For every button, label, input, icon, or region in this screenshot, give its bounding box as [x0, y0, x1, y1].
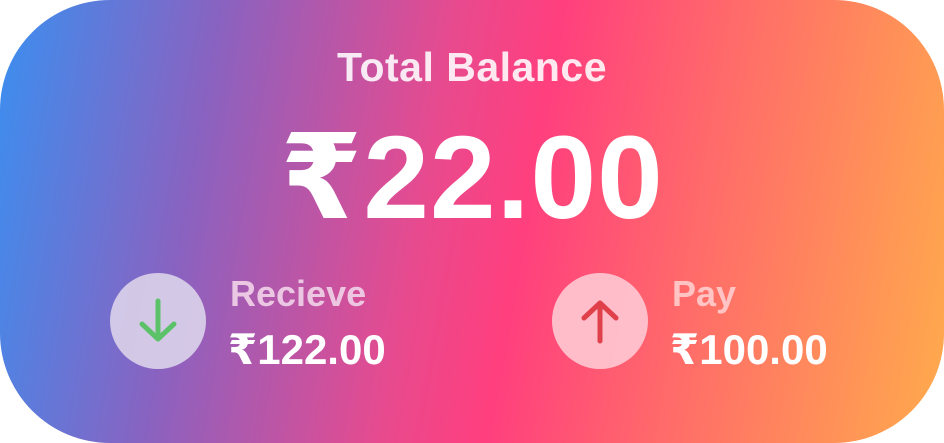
receive-amount: ₹122.00 — [228, 326, 386, 373]
arrow-up-icon — [581, 300, 619, 344]
pay-amount: ₹100.00 — [670, 326, 828, 373]
pay-label: Pay — [672, 273, 737, 314]
balance-card: Total Balance ₹22.00 Recieve ₹122.00 Pay… — [0, 0, 944, 443]
receive-icon-circle[interactable] — [110, 273, 206, 369]
total-balance-amount: ₹22.00 — [280, 112, 664, 244]
arrow-down-icon — [139, 298, 177, 342]
receive-label: Recieve — [230, 273, 367, 314]
pay-icon-circle[interactable] — [552, 273, 648, 369]
total-balance-title: Total Balance — [336, 44, 608, 90]
